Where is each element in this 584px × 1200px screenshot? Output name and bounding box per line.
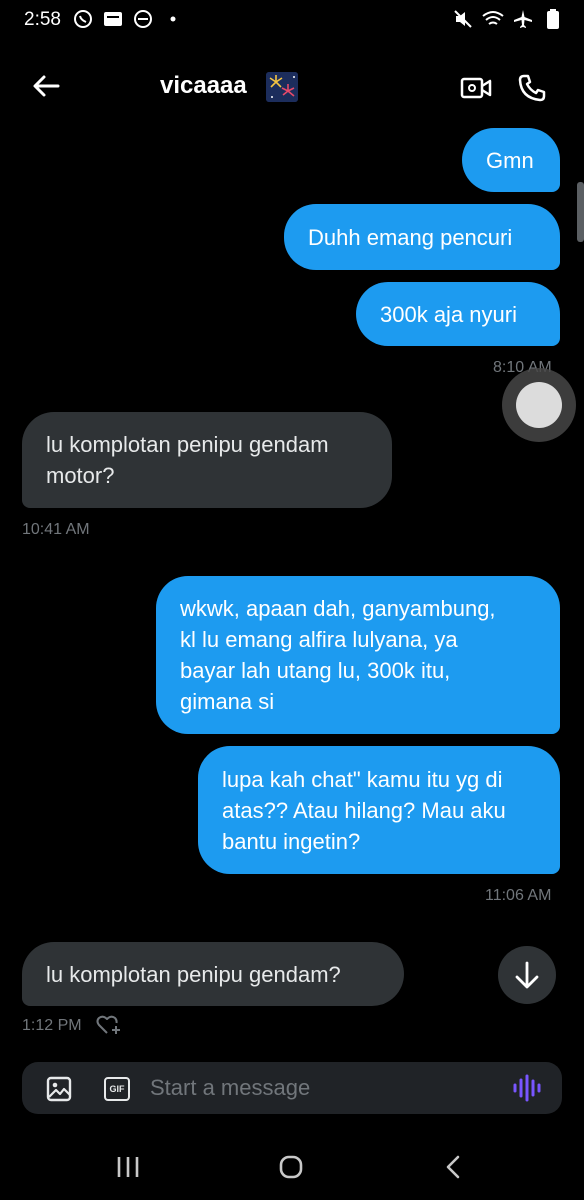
arrow-down-icon bbox=[515, 961, 539, 989]
message-bubble-incoming[interactable]: lu komplotan penipu gendam? bbox=[22, 942, 404, 1006]
scrollbar-thumb[interactable] bbox=[577, 182, 584, 242]
add-media-button[interactable] bbox=[44, 1074, 74, 1104]
message-text-line: atas?? Atau hilang? Mau aku bbox=[222, 797, 506, 823]
airplane-icon bbox=[512, 8, 534, 30]
message-text: 300k aja nyuri bbox=[380, 301, 517, 327]
assistive-touch-button[interactable] bbox=[502, 368, 576, 442]
message-text: Gmn bbox=[486, 147, 534, 173]
wifi-icon bbox=[482, 8, 504, 30]
message-input[interactable] bbox=[150, 1072, 490, 1104]
phone-icon bbox=[518, 74, 546, 102]
home-icon bbox=[279, 1155, 303, 1179]
message-composer: GIF bbox=[22, 1062, 562, 1114]
recent-apps-button[interactable] bbox=[114, 1154, 142, 1180]
video-call-button[interactable] bbox=[458, 70, 494, 106]
message-text-line: wkwk, apaan dah, ganyambung, bbox=[180, 596, 496, 621]
message-bubble-outgoing[interactable]: wkwk, apaan dah, ganyambung, kl lu emang… bbox=[156, 576, 560, 734]
heart-plus-icon bbox=[96, 1015, 120, 1034]
message-bubble-outgoing[interactable]: lupa kah chat" kamu itu yg di atas?? Ata… bbox=[198, 746, 560, 874]
gif-icon: GIF bbox=[104, 1077, 130, 1101]
message-text-line: lupa kah chat" kamu itu yg di bbox=[222, 766, 503, 792]
message-text-line: gimana si bbox=[180, 689, 275, 714]
status-bar: 2:58 bbox=[0, 0, 584, 40]
message-timestamp: 10:41 AM bbox=[22, 521, 90, 538]
fireworks-emoji bbox=[266, 72, 298, 102]
add-reaction-button[interactable] bbox=[96, 1014, 122, 1036]
chevron-left-icon bbox=[446, 1155, 460, 1179]
recents-icon bbox=[117, 1157, 139, 1177]
voice-message-button[interactable] bbox=[510, 1073, 544, 1103]
do-not-disturb-icon bbox=[132, 8, 154, 30]
home-button[interactable] bbox=[278, 1154, 304, 1180]
message-text-line: kl lu emang alfira lulyana, ya bbox=[180, 627, 458, 652]
message-text-line: bantu ingetin? bbox=[222, 828, 361, 854]
whatsapp-icon bbox=[72, 8, 94, 30]
contact-name[interactable]: vicaaaa bbox=[160, 72, 247, 100]
conversation-header: vicaaaa bbox=[0, 50, 584, 120]
message-text: lu komplotan penipu gendam? bbox=[46, 961, 341, 987]
message-text: Duhh emang pencuri bbox=[308, 224, 513, 250]
message-timestamp: 11:06 AM bbox=[485, 887, 552, 904]
message-bubble-outgoing[interactable]: Duhh emang pencuri bbox=[284, 204, 560, 270]
scroll-to-bottom-button[interactable] bbox=[498, 946, 556, 1004]
voice-call-button[interactable] bbox=[514, 70, 550, 106]
video-icon bbox=[460, 77, 492, 99]
mute-icon bbox=[452, 8, 474, 30]
arrow-left-icon bbox=[33, 75, 60, 97]
message-bubble-outgoing[interactable]: Gmn bbox=[462, 128, 560, 192]
add-gif-button[interactable]: GIF bbox=[102, 1074, 132, 1104]
message-icon bbox=[102, 8, 124, 30]
system-back-button[interactable] bbox=[442, 1154, 466, 1180]
back-button[interactable] bbox=[28, 68, 64, 104]
message-timestamp: 1:12 PM bbox=[22, 1017, 82, 1034]
dot-icon bbox=[162, 8, 184, 30]
message-text-line: lu komplotan penipu gendam bbox=[46, 432, 329, 457]
message-bubble-outgoing[interactable]: 300k aja nyuri bbox=[356, 282, 560, 346]
image-icon bbox=[46, 1076, 72, 1102]
message-text-line: motor? bbox=[46, 463, 115, 488]
voice-icon bbox=[513, 1074, 541, 1102]
battery-icon bbox=[542, 8, 564, 30]
system-navigation-bar bbox=[0, 1136, 584, 1200]
message-bubble-incoming[interactable]: lu komplotan penipu gendam motor? bbox=[22, 412, 392, 508]
status-time: 2:58 bbox=[24, 9, 61, 30]
message-text-line: bayar lah utang lu, 300k itu, bbox=[180, 658, 451, 683]
